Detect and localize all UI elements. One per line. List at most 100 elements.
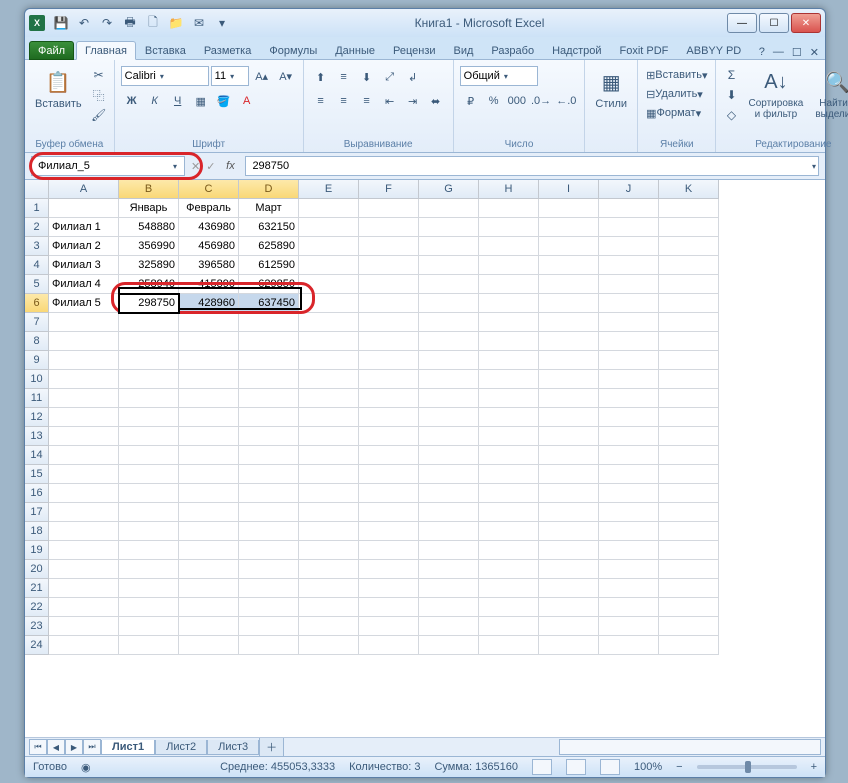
cell-grid[interactable]: ABCDEFGHIJK1ЯнварьФевральМарт2Филиал 154… (25, 180, 825, 655)
cell-G10[interactable] (419, 370, 479, 389)
cell-E20[interactable] (299, 560, 359, 579)
row-header-13[interactable]: 13 (25, 427, 49, 446)
cell-I17[interactable] (539, 503, 599, 522)
indent-dec[interactable]: ⇤ (379, 92, 401, 110)
cell-F6[interactable] (359, 294, 419, 313)
cell-E22[interactable] (299, 598, 359, 617)
cell-B16[interactable] (119, 484, 179, 503)
cell-A21[interactable] (49, 579, 119, 598)
row-header-15[interactable]: 15 (25, 465, 49, 484)
clear-button[interactable]: ◇ (722, 106, 740, 124)
cell-D12[interactable] (239, 408, 299, 427)
cell-J4[interactable] (599, 256, 659, 275)
cell-J7[interactable] (599, 313, 659, 332)
cell-D22[interactable] (239, 598, 299, 617)
maximize-button[interactable]: ☐ (759, 13, 789, 33)
cell-B5[interactable]: 258940 (119, 275, 179, 294)
cell-E5[interactable] (299, 275, 359, 294)
tab-3[interactable]: Формулы (260, 41, 326, 60)
macro-rec-icon[interactable]: ◉ (81, 761, 91, 774)
cell-D5[interactable]: 629850 (239, 275, 299, 294)
cell-B6[interactable]: 298750 (119, 294, 179, 313)
row-header-24[interactable]: 24 (25, 636, 49, 655)
cell-F20[interactable] (359, 560, 419, 579)
cell-E12[interactable] (299, 408, 359, 427)
cell-D3[interactable]: 625890 (239, 237, 299, 256)
cell-D14[interactable] (239, 446, 299, 465)
cell-E14[interactable] (299, 446, 359, 465)
cell-J18[interactable] (599, 522, 659, 541)
cell-C14[interactable] (179, 446, 239, 465)
cell-K22[interactable] (659, 598, 719, 617)
cell-I24[interactable] (539, 636, 599, 655)
cell-F24[interactable] (359, 636, 419, 655)
qat-customize[interactable]: ▾ (212, 13, 232, 33)
cell-C18[interactable] (179, 522, 239, 541)
cell-E24[interactable] (299, 636, 359, 655)
sheet-nav-next[interactable]: ▶ (65, 739, 83, 755)
cell-I5[interactable] (539, 275, 599, 294)
cell-E15[interactable] (299, 465, 359, 484)
cell-C10[interactable] (179, 370, 239, 389)
bold-button[interactable]: Ж (121, 92, 143, 110)
wrap-text[interactable]: ↲ (402, 68, 424, 86)
cell-I7[interactable] (539, 313, 599, 332)
view-break[interactable] (600, 759, 620, 775)
cell-H14[interactable] (479, 446, 539, 465)
col-header-B[interactable]: B (119, 180, 179, 199)
enter-fx-icon[interactable]: ✓ (206, 160, 215, 173)
cell-G3[interactable] (419, 237, 479, 256)
cell-K20[interactable] (659, 560, 719, 579)
cell-K13[interactable] (659, 427, 719, 446)
cell-J5[interactable] (599, 275, 659, 294)
cell-A20[interactable] (49, 560, 119, 579)
cell-J6[interactable] (599, 294, 659, 313)
cell-J24[interactable] (599, 636, 659, 655)
cell-K17[interactable] (659, 503, 719, 522)
sheet-nav-first[interactable]: ⏮ (29, 739, 47, 755)
cell-A4[interactable]: Филиал 3 (49, 256, 119, 275)
cell-H24[interactable] (479, 636, 539, 655)
cell-K6[interactable] (659, 294, 719, 313)
cell-J15[interactable] (599, 465, 659, 484)
cell-K23[interactable] (659, 617, 719, 636)
qat-open[interactable]: 📁 (166, 13, 186, 33)
cell-K5[interactable] (659, 275, 719, 294)
row-header-8[interactable]: 8 (25, 332, 49, 351)
cell-I3[interactable] (539, 237, 599, 256)
cell-E21[interactable] (299, 579, 359, 598)
cell-E23[interactable] (299, 617, 359, 636)
cell-J23[interactable] (599, 617, 659, 636)
cell-J12[interactable] (599, 408, 659, 427)
cell-E8[interactable] (299, 332, 359, 351)
cell-C12[interactable] (179, 408, 239, 427)
cell-A2[interactable]: Филиал 1 (49, 218, 119, 237)
currency-button[interactable]: ₽ (460, 92, 482, 110)
cell-A18[interactable] (49, 522, 119, 541)
cell-D1[interactable]: Март (239, 199, 299, 218)
cell-E7[interactable] (299, 313, 359, 332)
sort-filter-button[interactable]: A↓ Сортировка и фильтр (744, 66, 807, 122)
align-middle[interactable]: ≡ (333, 68, 355, 86)
cell-A16[interactable] (49, 484, 119, 503)
cell-E2[interactable] (299, 218, 359, 237)
cell-I12[interactable] (539, 408, 599, 427)
cell-K18[interactable] (659, 522, 719, 541)
cell-H21[interactable] (479, 579, 539, 598)
cell-A11[interactable] (49, 389, 119, 408)
cell-H16[interactable] (479, 484, 539, 503)
row-header-5[interactable]: 5 (25, 275, 49, 294)
cell-K19[interactable] (659, 541, 719, 560)
cell-B7[interactable] (119, 313, 179, 332)
cell-C4[interactable]: 396580 (179, 256, 239, 275)
cell-K24[interactable] (659, 636, 719, 655)
cell-D24[interactable] (239, 636, 299, 655)
align-center[interactable]: ≡ (333, 92, 355, 110)
cell-G20[interactable] (419, 560, 479, 579)
tab-1[interactable]: Вставка (136, 41, 195, 60)
cell-H23[interactable] (479, 617, 539, 636)
cell-D20[interactable] (239, 560, 299, 579)
tab-5[interactable]: Рецензи (384, 41, 445, 60)
cell-I6[interactable] (539, 294, 599, 313)
cell-C9[interactable] (179, 351, 239, 370)
